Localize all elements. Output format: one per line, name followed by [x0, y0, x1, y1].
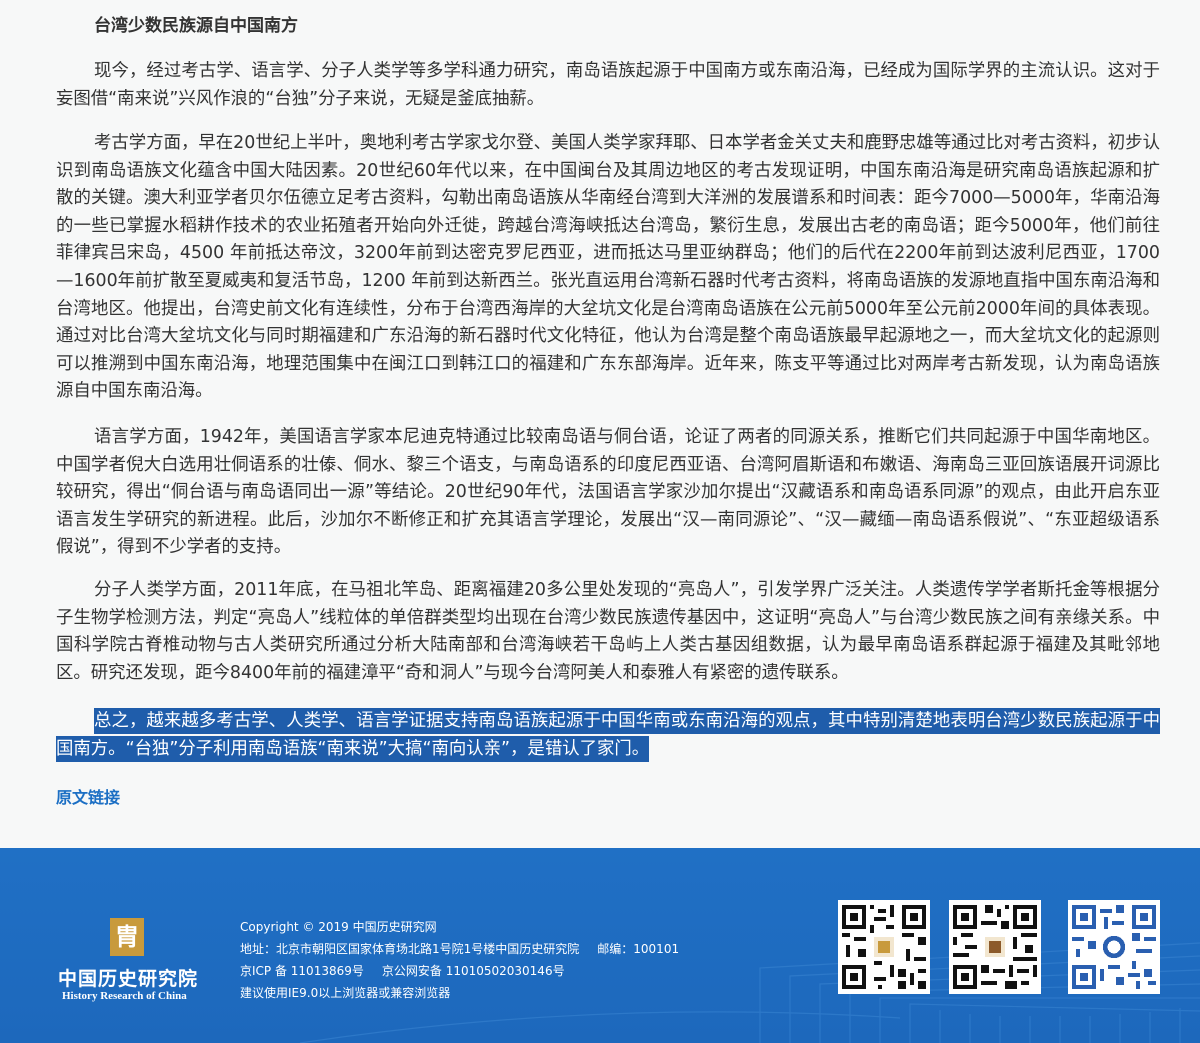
- browser-tip: 建议使用IE9.0以上浏览器或兼容浏览器: [240, 986, 451, 1000]
- logo-english-name: History Research of China: [62, 990, 187, 1002]
- section-title: 台湾少数民族源自中国南方: [94, 16, 298, 36]
- address-line: 地址：北京市朝阳区国家体育场北路1号院1号楼中国历史研究院 邮编：100101: [240, 938, 800, 960]
- copyright-text: Copyright © 2019 中国历史研究网: [240, 920, 437, 934]
- address-text: 地址：北京市朝阳区国家体育场北路1号院1号楼中国历史研究院: [240, 942, 580, 956]
- site-logo[interactable]: 胄 中国历史研究院 History Research of China: [58, 916, 218, 1016]
- site-footer: 胄 中国历史研究院 History Research of China Copy…: [0, 848, 1200, 1043]
- icp-line: 京ICP 备 11013869号 京公网安备 11010502030146号: [240, 960, 800, 982]
- paragraph-conclusion[interactable]: 总之，越来越多考古学、人类学、语言学证据支持南岛语族起源于中国华南或东南沿海的观…: [56, 708, 1160, 763]
- footer-info: Copyright © 2019 中国历史研究网 地址：北京市朝阳区国家体育场北…: [240, 916, 800, 1004]
- qr-code-3: [1068, 900, 1160, 994]
- paragraph-molecular-anthropology: 分子人类学方面，2011年底，在马祖北竿岛、距离福建20多公里处发现的“亮岛人”…: [56, 580, 1160, 683]
- selected-text[interactable]: 总之，越来越多考古学、人类学、语言学证据支持南岛语族起源于中国华南或东南沿海的观…: [56, 708, 1160, 762]
- icp-link[interactable]: 京ICP 备 11013869号: [240, 964, 364, 978]
- paragraph-archaeology: 考古学方面，早在20世纪上半叶，奥地利考古学家戈尔登、美国人类学家拜耶、日本学者…: [56, 133, 1160, 402]
- police-record-link[interactable]: 京公网安备 11010502030146号: [382, 964, 565, 978]
- source-link[interactable]: 原文链接: [56, 785, 120, 811]
- postcode-text: 邮编：100101: [597, 942, 680, 956]
- qr-code-1: [838, 900, 930, 994]
- qr-code-2: [949, 900, 1041, 994]
- logo-chinese-name: 中国历史研究院: [58, 968, 199, 990]
- paragraph-intro: 现今，经过考古学、语言学、分子人类学等多学科通力研究，南岛语族起源于中国南方或东…: [56, 61, 1160, 109]
- article-body: 台湾少数民族源自中国南方 现今，经过考古学、语言学、分子人类学等多学科通力研究，…: [56, 0, 1160, 848]
- paragraph-linguistics: 语言学方面，1942年，美国语言学家本尼迪克特通过比较南岛语与侗台语，论证了两者…: [56, 427, 1160, 558]
- logo-emblem: 胄: [110, 918, 144, 956]
